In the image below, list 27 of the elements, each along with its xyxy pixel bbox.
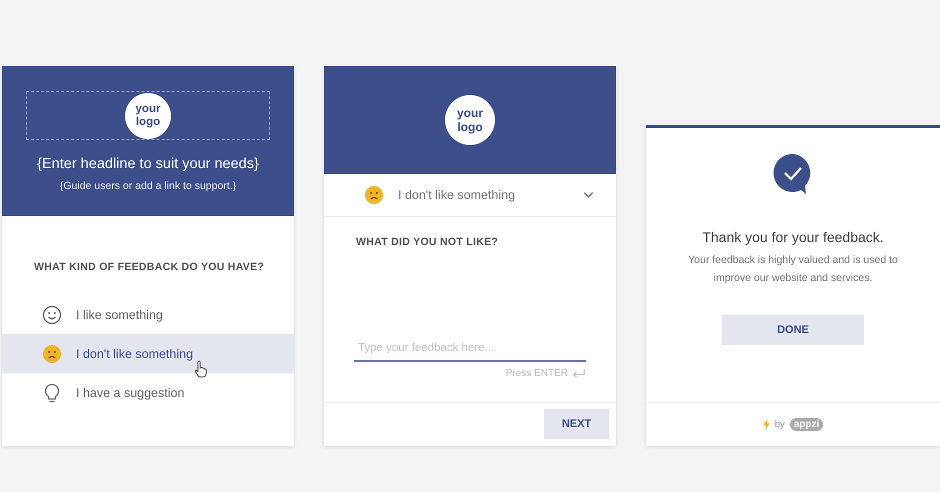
logo-text: your — [456, 106, 483, 120]
thank-you-message: Your feedback is highly valued and is used to improve our website and services. — [687, 253, 899, 286]
hand-cursor-icon — [194, 360, 208, 378]
logo-text: your — [136, 102, 160, 116]
brand-logo: appzi — [790, 418, 824, 431]
enter-key-icon — [572, 368, 586, 379]
smile-icon — [42, 304, 62, 324]
thank-you-title: Thank you for your feedback. — [702, 229, 884, 245]
headline: {Enter headline to suit your needs} — [37, 156, 259, 172]
question-label: WHAT KIND OF FEEDBACK DO YOU HAVE? — [34, 261, 266, 273]
by-text: by — [774, 419, 785, 430]
subheadline: {Guide users or add a link to support.} — [60, 180, 236, 192]
feedback-option[interactable]: I like something — [2, 295, 294, 334]
frown-icon — [364, 185, 384, 205]
logo-text: logo — [136, 116, 160, 128]
check-bubble-icon — [773, 153, 813, 195]
lightning-icon — [762, 419, 770, 430]
done-button[interactable]: DONE — [722, 315, 864, 345]
next-button[interactable]: NEXT — [544, 409, 609, 439]
lightbulb-icon — [42, 382, 62, 402]
chevron-down-icon — [583, 191, 594, 199]
feedback-dropdown[interactable]: I don't like something — [324, 174, 616, 217]
frown-icon — [42, 344, 62, 364]
logo-text: logo — [457, 120, 483, 134]
enter-hint: Press ENTER — [506, 368, 568, 379]
question-label: WHAT DID YOU NOT LIKE? — [356, 236, 500, 248]
feedback-option[interactable]: I have a suggestion — [2, 373, 294, 412]
